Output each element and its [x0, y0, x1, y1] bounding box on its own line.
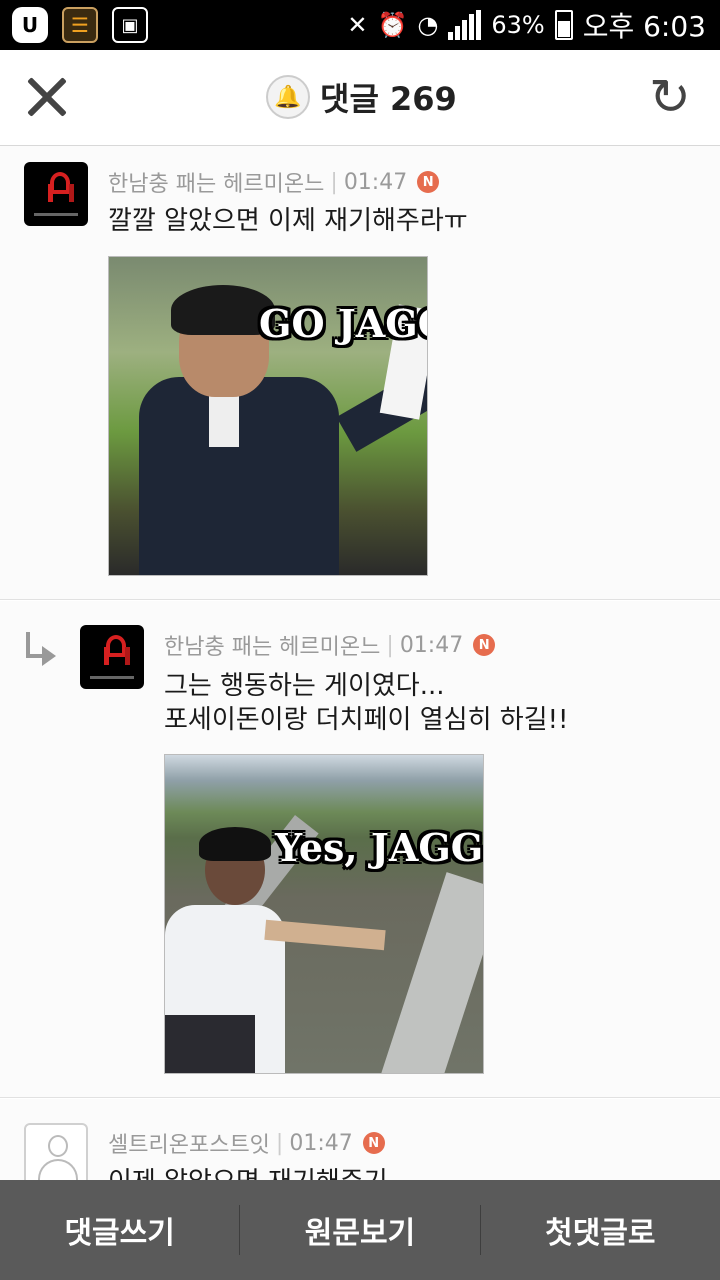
comment-author[interactable]: 셀트리온포스트잇: [108, 1127, 270, 1159]
new-badge: N: [417, 171, 440, 193]
status-bar: U ☰ ▣ ✕ ⏰ ◔ 63% 오후 6:03: [0, 0, 720, 50]
mute-icon: ✕: [347, 11, 368, 39]
alarm-icon: ⏰: [377, 11, 408, 39]
comment-item: 셀트리온포스트잇 | 01:47 N 이제 알았으면 재기해주기: [0, 1099, 720, 1197]
new-badge: N: [362, 1132, 385, 1154]
default-avatar-icon[interactable]: [24, 1123, 88, 1187]
image-caption: Yes, JAGG: [275, 825, 484, 870]
clock: 오후 6:03: [582, 10, 706, 43]
comment-image[interactable]: GO JAGG: [108, 256, 428, 576]
page-title: 댓글 269: [320, 80, 457, 118]
menu-app-icon: ☰: [62, 7, 98, 43]
comment-meta: 한남충 패는 헤르미온느 | 01:47 N: [108, 166, 440, 198]
avatar[interactable]: [80, 625, 144, 689]
comment-text: 그는 행동하는 게이였다... 포세이돈이랑 더치페이 열심히 하길!!: [164, 669, 568, 737]
comment-meta: 한남충 패는 헤르미온느 | 01:47 N: [164, 629, 496, 661]
view-original-button[interactable]: 원문보기: [240, 1180, 479, 1280]
comment-text-line: 포세이돈이랑 더치페이 열심히 하길!!: [164, 705, 569, 735]
comment-meta: 셀트리온포스트잇 | 01:47 N: [108, 1127, 385, 1159]
comment-text-line: 깔깔 알았으면 이제 재기해주라ㅠ: [108, 206, 468, 236]
bell-icon[interactable]: 🔔: [266, 75, 310, 119]
wifi-icon: ◔: [417, 11, 439, 39]
comment-time: 01:47: [399, 632, 464, 658]
comment-text: 깔깔 알았으면 이제 재기해주라ㅠ: [108, 204, 468, 238]
gallery-icon: ▣: [112, 7, 148, 43]
bottom-action-bar: 댓글쓰기 원문보기 첫댓글로: [0, 1180, 720, 1280]
uplus-app-icon: U: [12, 7, 48, 43]
comment-author[interactable]: 한남충 패는 헤르미온느: [108, 166, 324, 198]
first-comment-button[interactable]: 첫댓글로: [481, 1180, 720, 1280]
comment-image[interactable]: Yes, JAGG: [164, 754, 484, 1074]
signal-icon: [448, 10, 482, 40]
new-badge: N: [473, 634, 496, 656]
avatar[interactable]: [24, 162, 88, 226]
ribbon-icon: [46, 172, 70, 202]
battery-icon: [554, 10, 573, 40]
ribbon-icon: [102, 635, 126, 665]
header: 🔔 댓글 269 ↻: [0, 50, 720, 146]
comment-time: 01:47: [289, 1130, 353, 1156]
battery-percent: 63%: [491, 11, 545, 39]
image-caption: GO JAGG: [259, 301, 427, 346]
close-icon[interactable]: [22, 72, 70, 120]
reply-item: 한남충 패는 헤르미온느 | 01:47 N 그는 행동하는 게이였다... 포…: [0, 601, 720, 1098]
comment-time: 01:47: [343, 169, 408, 195]
reply-arrow-icon: [22, 632, 58, 668]
comment-item: 한남충 패는 헤르미온느 | 01:47 N 깔깔 알았으면 이제 재기해주라ㅠ…: [0, 146, 720, 600]
comment-text-line: 그는 행동하는 게이였다...: [164, 671, 445, 701]
comment-author[interactable]: 한남충 패는 헤르미온느: [164, 629, 380, 661]
write-comment-button[interactable]: 댓글쓰기: [0, 1180, 239, 1280]
refresh-icon[interactable]: ↻: [646, 72, 694, 124]
